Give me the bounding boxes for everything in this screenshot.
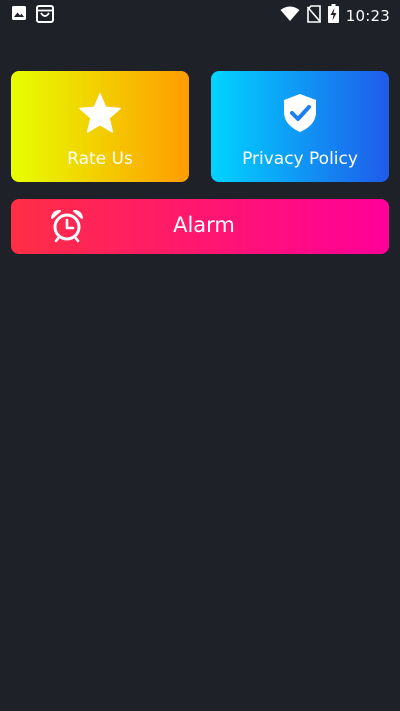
alarm-button[interactable]: Alarm	[11, 199, 389, 254]
image-icon	[11, 5, 27, 27]
status-bar: 10:23	[0, 0, 400, 28]
battery-charging-icon	[327, 4, 339, 27]
star-icon	[79, 93, 121, 133]
status-time: 10:23	[345, 6, 390, 25]
wifi-icon	[280, 6, 300, 26]
status-bar-left	[11, 5, 54, 27]
rate-us-button[interactable]: Rate Us	[11, 71, 189, 182]
status-bar-right: 10:23	[280, 4, 390, 27]
privacy-policy-button[interactable]: Privacy Policy	[211, 71, 389, 182]
privacy-policy-label: Privacy Policy	[242, 149, 358, 169]
store-bag-icon	[36, 5, 54, 27]
alarm-label: Alarm	[173, 213, 235, 237]
rate-us-label: Rate Us	[67, 149, 133, 169]
no-sim-icon	[306, 4, 321, 27]
shield-check-icon	[284, 94, 316, 132]
